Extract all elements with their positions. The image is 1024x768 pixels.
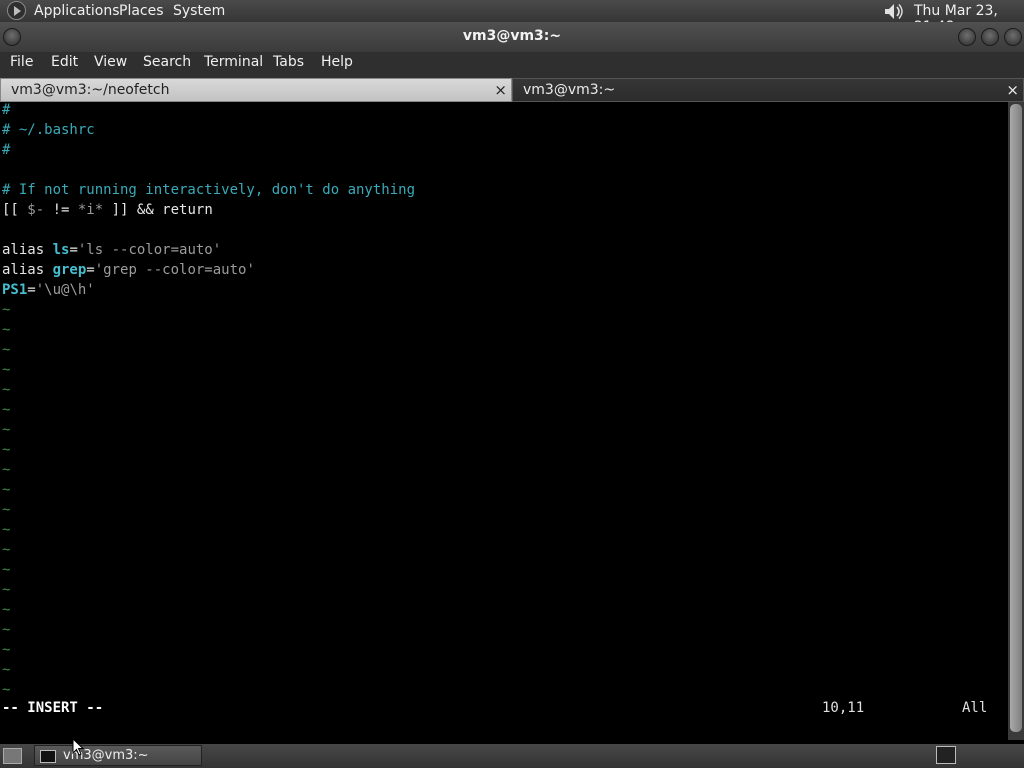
close-window-button[interactable] — [1004, 28, 1022, 46]
code-token: $- — [27, 202, 45, 218]
empty-line-tilde: ~ — [2, 602, 11, 618]
terminal-icon — [40, 750, 56, 763]
empty-line-tilde: ~ — [2, 662, 11, 678]
mouse-pointer-icon — [72, 738, 84, 756]
empty-line-tilde: ~ — [2, 482, 11, 498]
code-token: = — [86, 262, 95, 278]
empty-line-tilde: ~ — [2, 622, 11, 638]
code-line: PS1='\u@\h' — [2, 280, 95, 300]
tab-label: vm3@vm3:~/neofetch — [11, 82, 170, 98]
code-token: [[ — [2, 202, 28, 218]
menubar: File Edit View Search Terminal Tabs Help — [0, 52, 1024, 78]
empty-line-tilde: ~ — [2, 582, 11, 598]
code-token: ]] && return — [103, 202, 213, 218]
menu-file[interactable]: File — [10, 54, 33, 70]
tab-bar: vm3@vm3:~/neofetch × vm3@vm3:~ × — [0, 78, 1024, 102]
terminal-view[interactable]: # # ~/.bashrc # # If not running interac… — [0, 102, 1008, 740]
code-line: # — [2, 102, 11, 118]
code-line: [[ $- != *i* ]] && return — [2, 200, 213, 220]
workspace-switcher-icon[interactable] — [936, 746, 956, 764]
menu-help[interactable]: Help — [321, 54, 353, 70]
empty-line-tilde: ~ — [2, 422, 11, 438]
insert-mode-indicator: -- INSERT -- — [2, 700, 104, 716]
code-token: ls — [52, 242, 70, 258]
places-menu[interactable]: Places — [119, 3, 164, 19]
volume-icon[interactable] — [884, 3, 904, 20]
code-line: # If not running interactively, don't do… — [2, 182, 416, 198]
applications-menu[interactable]: Applications — [34, 3, 120, 19]
menu-tabs[interactable]: Tabs — [273, 54, 304, 70]
code-line: alias ls='ls --color=auto' — [2, 240, 221, 260]
menu-view[interactable]: View — [94, 54, 127, 70]
empty-line-tilde: ~ — [2, 442, 11, 458]
vim-status-line: -- INSERT -- 10,11 All — [0, 700, 1008, 720]
empty-line-tilde: ~ — [2, 382, 11, 398]
code-token: 'grep --color=auto' — [94, 262, 255, 278]
empty-line-tilde: ~ — [2, 322, 11, 338]
empty-line-tilde: ~ — [2, 462, 11, 478]
bottom-panel: vm3@vm3:~ — [0, 744, 1024, 768]
distro-logo-icon[interactable] — [7, 1, 26, 20]
code-line: # ~/.bashrc — [2, 122, 95, 138]
code-token: alias — [2, 262, 53, 278]
code-line: # — [2, 142, 11, 158]
window-title: vm3@vm3:~ — [462, 28, 562, 44]
tab-close-icon[interactable]: × — [494, 81, 507, 99]
scrollbar-thumb[interactable] — [1010, 104, 1022, 732]
cursor-position: 10,11 — [822, 700, 865, 716]
code-token: *i* — [77, 202, 104, 218]
maximize-button[interactable] — [981, 28, 999, 46]
menu-search[interactable]: Search — [143, 54, 191, 70]
show-desktop-icon[interactable] — [3, 748, 22, 764]
code-token: = — [27, 282, 36, 298]
empty-line-tilde: ~ — [2, 562, 11, 578]
scroll-percentage: All — [962, 700, 988, 716]
code-token: grep — [52, 262, 87, 278]
code-token: != — [44, 202, 78, 218]
empty-line-tilde: ~ — [2, 302, 11, 318]
empty-line-tilde: ~ — [2, 522, 11, 538]
empty-line-tilde: ~ — [2, 362, 11, 378]
tab-close-icon[interactable]: × — [1006, 81, 1019, 99]
code-token: alias — [2, 242, 53, 258]
empty-line-tilde: ~ — [2, 542, 11, 558]
menu-terminal[interactable]: Terminal — [204, 54, 263, 70]
code-token: '\u@\h' — [35, 282, 95, 298]
empty-line-tilde: ~ — [2, 682, 11, 698]
window-titlebar[interactable]: vm3@vm3:~ — [0, 22, 1024, 52]
code-token: 'ls --color=auto' — [77, 242, 222, 258]
tab-home[interactable]: vm3@vm3:~ × — [512, 78, 1024, 102]
top-panel: Applications Places System Thu Mar 23, 2… — [0, 0, 1024, 35]
empty-line-tilde: ~ — [2, 502, 11, 518]
code-token: PS1 — [2, 282, 28, 298]
menu-edit[interactable]: Edit — [51, 54, 78, 70]
taskbar-window-button[interactable]: vm3@vm3:~ — [34, 745, 202, 766]
tab-neofetch[interactable]: vm3@vm3:~/neofetch × — [0, 78, 512, 102]
system-menu[interactable]: System — [173, 3, 225, 19]
empty-line-tilde: ~ — [2, 642, 11, 658]
empty-line-tilde: ~ — [2, 402, 11, 418]
code-line: alias grep='grep --color=auto' — [2, 260, 255, 280]
code-token: = — [69, 242, 78, 258]
tab-label: vm3@vm3:~ — [523, 82, 616, 98]
empty-line-tilde: ~ — [2, 342, 11, 358]
minimize-button[interactable] — [958, 28, 976, 46]
terminal-scrollbar[interactable] — [1008, 102, 1024, 740]
